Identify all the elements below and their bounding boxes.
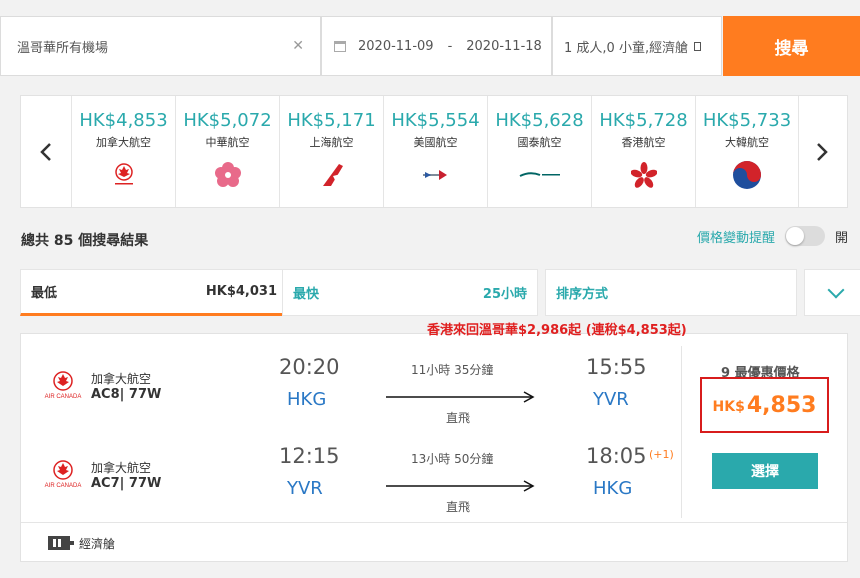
carousel-airline: 香港航空 [621, 136, 666, 149]
date-from: 2020-11-09 [358, 38, 434, 54]
carousel-airline: 加拿大航空 [96, 136, 151, 149]
flight-type: 直飛 [446, 411, 471, 425]
air-canada-logo-icon: AIR CANADA [43, 460, 83, 494]
arrival-airport: HKG [593, 478, 633, 499]
carousel-item-korean-air[interactable]: HK$5,733 大韓航空 [695, 96, 799, 207]
flight-result-card: 香港來回溫哥華$2,986起 (連稅$4,853起) AIR CANADA 加拿… [20, 323, 848, 562]
toggle-knob [785, 227, 804, 245]
taegeuk-logo-icon [732, 160, 762, 190]
destination-value: 溫哥華所有機場 [17, 40, 109, 56]
search-button[interactable]: 搜尋 [723, 16, 860, 76]
carousel-price: HK$5,072 [183, 110, 272, 131]
date-range-input[interactable]: 2020-11-09 - 2020-11-18 [321, 16, 552, 76]
price-alert-state: 開 [834, 230, 848, 246]
carousel-price: HK$5,171 [287, 110, 376, 131]
carousel-price: HK$5,733 [702, 110, 792, 131]
inbound-segment: AIR CANADA 加拿大航空 AC7| 77W 12:15 YVR 13小時… [21, 438, 681, 528]
price-alert-toggle[interactable] [784, 226, 825, 246]
plum-blossom-logo-icon [213, 160, 243, 190]
tab-sort-label: 排序方式 [556, 287, 609, 302]
results-count: 總共 85 個搜尋結果 [21, 233, 149, 249]
destination-input[interactable]: 溫哥華所有機場 ✕ [0, 16, 321, 76]
crane-tail-logo-icon [319, 160, 345, 190]
flight-symbol-logo-icon [421, 160, 451, 190]
carousel-airline: 國泰航空 [517, 136, 562, 149]
chevron-left-icon[interactable] [21, 96, 71, 207]
chevron-down-icon [827, 281, 845, 298]
price-alert-label[interactable]: 價格變動提醒 [697, 227, 775, 246]
carousel-item-shanghai-airlines[interactable]: HK$5,171 上海航空 [279, 96, 383, 207]
dropdown-icon [694, 41, 702, 51]
carousel-airline: 美國航空 [413, 136, 458, 149]
airline-price-carousel: HK$4,853 加拿大航空 HK$5,072 中華航空 HK$5,171 上海… [20, 95, 848, 208]
departure-time: 12:15 [279, 444, 340, 468]
tab-lowest-value: HK$4,031 [205, 284, 277, 299]
carousel-airline: 上海航空 [309, 136, 354, 149]
price-amount: 4,853 [746, 392, 817, 418]
date-separator: - [447, 38, 453, 54]
flight-duration: 13小時 50分鐘 [411, 452, 494, 466]
flight-number: AC7| 77W [91, 476, 162, 491]
seat-icon [48, 536, 74, 550]
carousel-item-hong-kong-airlines[interactable]: HK$5,728 香港航空 [591, 96, 695, 207]
arrow-right-icon [386, 391, 535, 403]
arrival-airport: YVR [593, 389, 629, 410]
cabin-row: 經濟艙 [21, 522, 847, 562]
carousel-airline: 大韓航空 [725, 136, 769, 149]
carousel-airline: 中華航空 [205, 136, 250, 149]
carousel-price: HK$5,628 [495, 110, 584, 131]
departure-airport: YVR [287, 478, 323, 499]
flight-number: AC8| 77W [91, 387, 162, 402]
price-currency: HK$ [712, 399, 745, 415]
svg-text:AIR CANADA: AIR CANADA [45, 394, 82, 400]
chevron-right-icon[interactable] [797, 96, 847, 207]
tab-fastest-label: 最快 [293, 287, 320, 302]
sort-dropdown-button[interactable] [804, 269, 860, 316]
tab-fastest[interactable]: 最快 25小時 [282, 269, 538, 316]
outbound-segment: AIR CANADA 加拿大航空 AC8| 77W 20:20 HKG 11小時… [21, 349, 681, 439]
price-alert: 價格變動提醒 開 [697, 226, 848, 246]
arrow-right-icon [386, 480, 535, 492]
brushwing-logo-icon [518, 160, 562, 190]
select-button[interactable]: 選擇 [712, 453, 818, 489]
close-icon[interactable]: ✕ [292, 38, 304, 54]
date-to: 2020-11-18 [466, 38, 542, 54]
arrival-time: 15:55 [586, 355, 647, 379]
bauhinia-logo-icon [630, 160, 657, 190]
passenger-select[interactable]: 1 成人,0 小童,經濟艙 [552, 16, 722, 76]
tab-sort-by[interactable]: 排序方式 [545, 269, 797, 316]
day-offset-badge: (+1) [649, 448, 674, 461]
price-box: HK$ 4,853 [700, 377, 829, 433]
search-bar: 溫哥華所有機場 ✕ 2020-11-09 - 2020-11-18 1 成人,0… [0, 16, 860, 76]
arrival-time: 18:05 [586, 444, 647, 468]
cabin-class: 經濟艙 [79, 537, 116, 551]
svg-text:AIR CANADA: AIR CANADA [45, 483, 82, 489]
tab-lowest[interactable]: 最低 HK$4,031 [20, 269, 288, 316]
calendar-icon [334, 40, 346, 52]
airline-name: 加拿大航空 [91, 372, 152, 386]
carousel-item-american-airlines[interactable]: HK$5,554 美國航空 [383, 96, 487, 207]
carousel-item-cathay-pacific[interactable]: HK$5,628 國泰航空 [487, 96, 591, 207]
carousel-item-china-airlines[interactable]: HK$5,072 中華航空 [175, 96, 279, 207]
carousel-price: HK$5,554 [391, 110, 480, 131]
flight-type: 直飛 [446, 500, 471, 514]
tab-lowest-label: 最低 [31, 286, 58, 301]
air-canada-logo-icon: AIR CANADA [43, 371, 83, 405]
flight-duration: 11小時 35分鐘 [411, 363, 494, 377]
tab-fastest-value: 25小時 [482, 287, 527, 302]
passenger-value: 1 成人,0 小童,經濟艙 [564, 40, 689, 56]
promo-text: 香港來回溫哥華$2,986起 (連稅$4,853起) [427, 323, 687, 338]
carousel-price: HK$4,853 [79, 110, 168, 131]
air-canada-logo-icon [109, 160, 139, 190]
carousel-item-air-canada[interactable]: HK$4,853 加拿大航空 [71, 96, 175, 207]
departure-time: 20:20 [279, 355, 340, 379]
card-divider [681, 346, 682, 518]
carousel-price: HK$5,728 [599, 110, 688, 131]
departure-airport: HKG [287, 389, 327, 410]
airline-name: 加拿大航空 [91, 461, 152, 475]
